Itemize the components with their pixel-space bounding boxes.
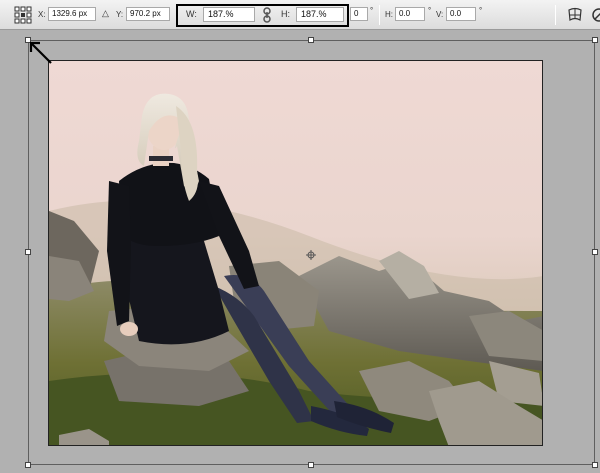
transform-handle-bottom-center[interactable] — [308, 462, 314, 468]
skew-v-label: V: — [436, 10, 444, 19]
transform-reference-point-icon[interactable] — [306, 247, 316, 260]
document-canvas-image[interactable] — [48, 60, 543, 446]
maintain-aspect-ratio-link-icon[interactable] — [262, 7, 272, 23]
x-label: X: — [38, 10, 46, 19]
transform-handle-middle-right[interactable] — [592, 249, 598, 255]
transform-handle-top-center[interactable] — [308, 37, 314, 43]
skew-vertical-field[interactable]: 0.0 — [446, 7, 476, 21]
rotate-degree-unit: ° — [370, 6, 374, 15]
width-percent-field[interactable]: 187.% — [203, 7, 255, 22]
transform-handle-top-right[interactable] — [592, 37, 598, 43]
skew-h-degree-unit: ° — [428, 6, 432, 15]
w-label: W: — [186, 9, 197, 19]
skew-horizontal-field[interactable]: 0.0 — [395, 7, 425, 21]
toolbar-divider — [555, 5, 556, 25]
transform-handle-bottom-right[interactable] — [592, 462, 598, 468]
height-percent-field[interactable]: 187.% — [296, 7, 344, 22]
y-label: Y: — [116, 10, 124, 19]
cancel-transform-icon[interactable] — [591, 7, 600, 23]
y-position-field[interactable]: 970.2 px — [126, 7, 170, 21]
transform-handle-middle-left[interactable] — [25, 249, 31, 255]
transform-handle-bottom-left[interactable] — [25, 462, 31, 468]
annotation-arrow-icon — [28, 40, 58, 70]
relative-position-triangle-icon[interactable]: △ — [102, 8, 109, 19]
warp-mode-icon[interactable] — [567, 7, 583, 23]
h-label: H: — [281, 9, 290, 19]
x-position-field[interactable]: 1329.6 px — [48, 7, 96, 21]
skew-h-label: H: — [385, 10, 393, 19]
photo-scene — [49, 61, 542, 445]
toolbar-divider — [379, 5, 380, 25]
rotate-angle-field[interactable]: 0 — [350, 7, 368, 21]
skew-v-degree-unit: ° — [479, 6, 483, 15]
reference-point-locator-icon[interactable] — [14, 6, 32, 24]
options-bar: X: 1329.6 px △ Y: 970.2 px W: 187.% H: 1… — [0, 0, 600, 30]
